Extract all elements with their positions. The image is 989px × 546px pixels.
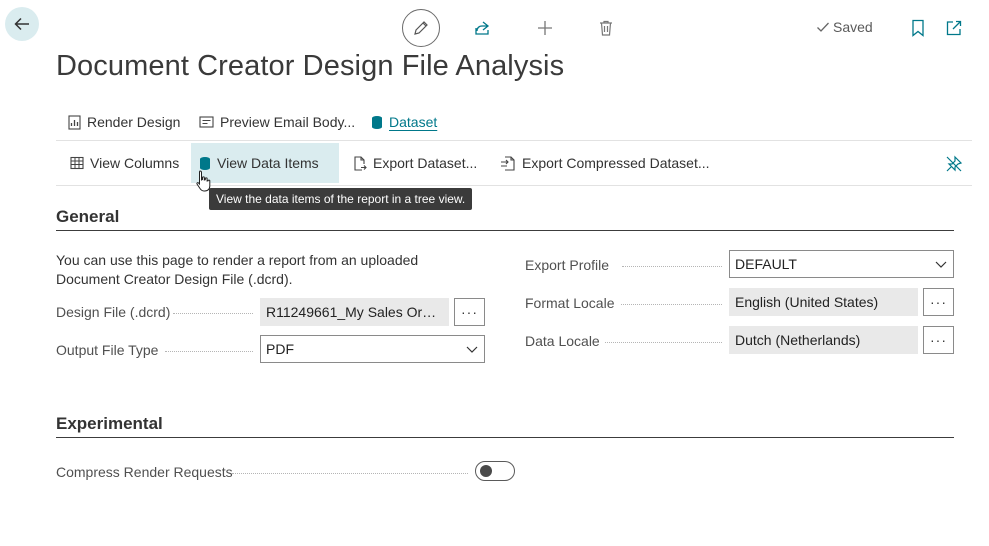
- export-compressed-icon: [501, 155, 515, 171]
- compress-render-label: Compress Render Requests: [56, 464, 233, 480]
- pin-actions-button[interactable]: [942, 152, 966, 176]
- tooltip: View the data items of the report in a t…: [209, 188, 473, 210]
- format-locale-value: English (United States): [735, 294, 879, 310]
- export-profile-value: DEFAULT: [735, 256, 797, 272]
- action-dataset[interactable]: Dataset: [371, 111, 437, 133]
- bookmark-icon: [912, 19, 924, 37]
- ellipsis-icon: ···: [930, 332, 947, 348]
- report-icon: [68, 114, 81, 130]
- open-new-window-icon: [946, 20, 962, 36]
- action-bar-divider: [56, 140, 972, 141]
- data-locale-field[interactable]: Dutch (Netherlands): [729, 326, 918, 354]
- field-leader: [232, 473, 468, 474]
- action-bar-bottom-divider: [56, 185, 972, 186]
- chevron-down-icon: [935, 261, 947, 268]
- back-button[interactable]: [5, 7, 39, 41]
- share-icon: [475, 21, 490, 35]
- compress-render-toggle[interactable]: [475, 461, 515, 481]
- plus-icon: [538, 21, 552, 35]
- chevron-down-icon: [466, 346, 478, 353]
- section-divider: [56, 437, 954, 438]
- output-type-label: Output File Type: [56, 342, 159, 358]
- action-view-columns[interactable]: View Columns: [62, 143, 187, 183]
- action-label: Render Design: [87, 114, 181, 130]
- ellipsis-icon: ···: [461, 304, 478, 320]
- data-locale-value: Dutch (Netherlands): [735, 332, 861, 348]
- action-label: Preview Email Body...: [220, 114, 356, 130]
- edit-button[interactable]: [402, 9, 440, 47]
- hand-cursor-icon: [196, 170, 211, 192]
- saved-label: Saved: [833, 19, 873, 35]
- share-button[interactable]: [470, 16, 494, 40]
- unpin-icon: [946, 155, 963, 172]
- action-render-design[interactable]: Render Design: [68, 111, 180, 133]
- design-file-field[interactable]: R11249661_My Sales Order...: [260, 298, 449, 326]
- output-type-value: PDF: [266, 341, 294, 357]
- action-export-compressed-dataset[interactable]: Export Compressed Dataset...: [492, 143, 718, 183]
- open-new-window-button[interactable]: [942, 16, 966, 40]
- export-file-icon: [354, 155, 367, 171]
- page-title: Document Creator Design File Analysis: [56, 50, 565, 82]
- action-label: Export Dataset...: [373, 155, 478, 171]
- export-profile-select[interactable]: DEFAULT: [729, 250, 954, 278]
- section-title-experimental: Experimental: [56, 414, 163, 433]
- action-label: Export Compressed Dataset...: [522, 155, 710, 171]
- bookmark-button[interactable]: [906, 16, 930, 40]
- email-icon: [199, 116, 214, 128]
- field-leader: [173, 313, 253, 314]
- export-profile-label: Export Profile: [525, 257, 610, 273]
- field-leader: [165, 351, 253, 352]
- arrow-left-icon: [14, 17, 29, 31]
- section-divider: [56, 230, 954, 231]
- action-label: View Columns: [90, 155, 180, 171]
- checkmark-icon: [817, 22, 829, 32]
- database-icon: [372, 115, 382, 129]
- output-type-select[interactable]: PDF: [260, 335, 485, 363]
- design-file-lookup-button[interactable]: ···: [454, 298, 485, 326]
- toggle-knob: [480, 465, 492, 477]
- field-leader: [622, 266, 722, 267]
- format-locale-field[interactable]: English (United States): [729, 288, 918, 316]
- section-title-general: General: [56, 207, 120, 226]
- action-label: View Data Items: [217, 155, 319, 171]
- pencil-icon: [414, 21, 428, 35]
- field-leader: [621, 304, 722, 305]
- ellipsis-icon: ···: [930, 294, 947, 310]
- action-preview-email-body[interactable]: Preview Email Body...: [199, 111, 355, 133]
- field-leader: [605, 342, 722, 343]
- action-label: Dataset: [389, 114, 438, 130]
- delete-button[interactable]: [594, 16, 618, 40]
- design-file-label: Design File (.dcrd): [56, 304, 171, 320]
- design-file-value: R11249661_My Sales Order...: [266, 304, 443, 320]
- format-locale-lookup-button[interactable]: ···: [923, 288, 954, 316]
- general-description: You can use this page to render a report…: [56, 252, 419, 287]
- data-locale-lookup-button[interactable]: ···: [923, 326, 954, 354]
- columns-icon: [70, 156, 84, 170]
- action-export-dataset[interactable]: Export Dataset...: [345, 143, 485, 183]
- format-locale-label: Format Locale: [525, 295, 615, 311]
- action-view-data-items[interactable]: View Data Items: [191, 143, 339, 183]
- new-button[interactable]: [533, 16, 557, 40]
- data-locale-label: Data Locale: [525, 333, 600, 349]
- trash-icon: [600, 20, 612, 36]
- saved-status: Saved: [816, 19, 873, 35]
